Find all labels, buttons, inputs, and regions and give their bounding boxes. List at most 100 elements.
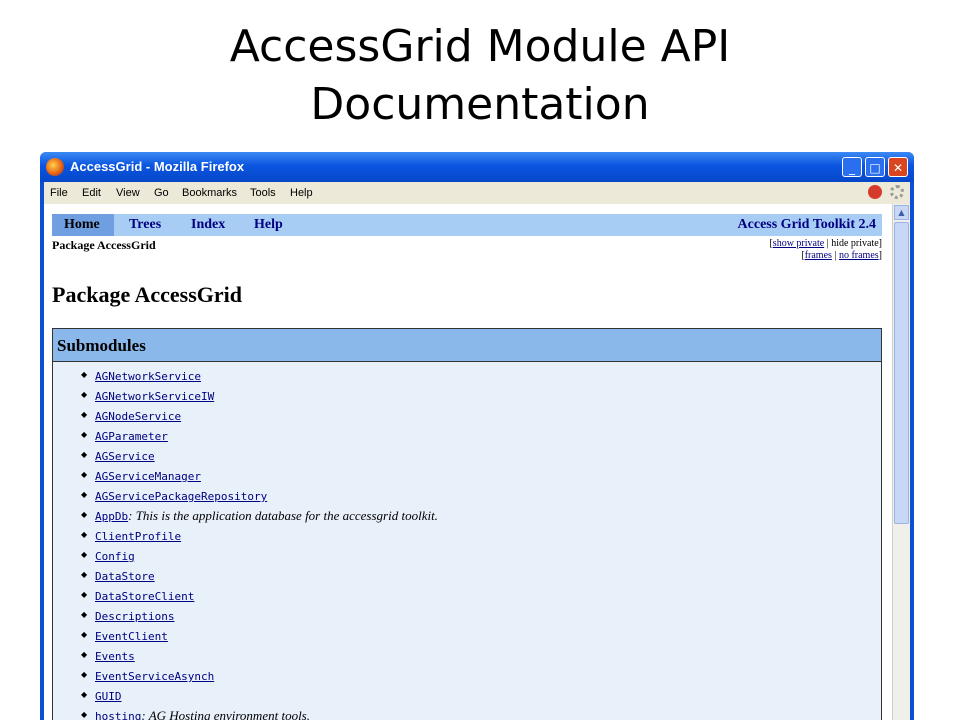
module-link[interactable]: GUID — [95, 690, 122, 703]
module-link[interactable]: EventClient — [95, 630, 168, 643]
list-item: ◆ DataStore — [81, 565, 438, 585]
module-link[interactable]: Events — [95, 650, 135, 663]
bullet-icon: ◆ — [81, 470, 88, 479]
module-link[interactable]: AGNetworkService — [95, 370, 201, 383]
module-link[interactable]: AGParameter — [95, 430, 168, 443]
module-link[interactable]: DataStore — [95, 570, 155, 583]
menu-edit[interactable]: Edit — [82, 187, 101, 199]
list-item: ◆ AGNodeService — [81, 405, 438, 425]
module-link[interactable]: AGServiceManager — [95, 470, 201, 483]
stop-icon[interactable] — [868, 185, 882, 199]
menu-bookmarks[interactable]: Bookmarks — [182, 187, 237, 199]
nav-help[interactable]: Help — [254, 217, 283, 233]
vertical-scrollbar[interactable]: ▲ — [892, 204, 910, 720]
menu-view[interactable]: View — [116, 187, 140, 199]
nav-trees[interactable]: Trees — [129, 217, 161, 233]
page-title: Package AccessGrid — [52, 282, 243, 307]
list-item: ◆ Descriptions — [81, 605, 438, 625]
nav-index[interactable]: Index — [191, 217, 225, 233]
scroll-thumb[interactable] — [894, 222, 909, 524]
scroll-up-icon[interactable]: ▲ — [894, 205, 909, 220]
list-item: ◆ AGService — [81, 445, 438, 465]
submodules-table: Submodules ◆ AGNetworkService ◆ AGNetworkS… — [52, 328, 882, 720]
module-link[interactable]: AGService — [95, 450, 155, 463]
bullet-icon: ◆ — [81, 390, 88, 399]
bullet-icon: ◆ — [81, 550, 88, 559]
menu-go[interactable]: Go — [154, 187, 169, 199]
frames-toggle: [frames | no frames] — [801, 250, 882, 261]
private-toggle: [show private | hide private] — [769, 238, 882, 249]
slide-title: AccessGrid Module API Documentation — [0, 18, 960, 134]
nav-bar: Home Trees Index Help Access Grid Toolki… — [52, 214, 882, 236]
nav-home[interactable]: Home — [64, 217, 100, 233]
bullet-icon: ◆ — [81, 450, 88, 459]
menu-help[interactable]: Help — [290, 187, 313, 199]
bullet-icon: ◆ — [81, 410, 88, 419]
module-link[interactable]: hosting — [95, 710, 141, 720]
module-link[interactable]: AGNetworkServiceIW — [95, 390, 214, 403]
bullet-icon: ◆ — [81, 650, 88, 659]
page-content: Home Trees Index Help Access Grid Toolki… — [44, 204, 892, 720]
title-bar: AccessGrid - Mozilla Firefox _ □ ✕ — [40, 152, 914, 182]
hide-private-text: | hide private] — [824, 238, 882, 249]
submodule-list: ◆ AGNetworkService ◆ AGNetworkServiceIW ◆ A… — [81, 365, 438, 720]
menu-file[interactable]: File — [50, 187, 68, 199]
list-item: ◆ AppDb: This is the application database… — [81, 505, 438, 525]
menu-tools[interactable]: Tools — [250, 187, 276, 199]
product-name: Access Grid Toolkit 2.4 — [737, 217, 876, 232]
list-item: ◆ GUID — [81, 685, 438, 705]
module-link[interactable]: EventServiceAsynch — [95, 670, 214, 683]
module-link[interactable]: AGNodeService — [95, 410, 181, 423]
bullet-icon: ◆ — [81, 510, 88, 519]
module-link[interactable]: DataStoreClient — [95, 590, 194, 603]
bullet-icon: ◆ — [81, 710, 88, 719]
list-item: ◆ hosting: AG Hosting environment tools. — [81, 705, 438, 720]
list-item: ◆ Config — [81, 545, 438, 565]
close-button[interactable]: ✕ — [888, 157, 908, 177]
browser-window: AccessGrid - Mozilla Firefox _ □ ✕ File … — [40, 152, 914, 720]
module-link[interactable]: AppDb — [95, 510, 128, 523]
bullet-icon: ◆ — [81, 690, 88, 699]
bracket-close: ] — [878, 250, 882, 261]
module-link[interactable]: AGServicePackageRepository — [95, 490, 267, 503]
list-item: ◆ DataStoreClient — [81, 585, 438, 605]
slide-title-line2: Documentation — [310, 79, 650, 130]
list-item: ◆ AGNetworkService — [81, 365, 438, 385]
submodules-heading: Submodules — [57, 336, 146, 355]
list-item: ◆ EventServiceAsynch — [81, 665, 438, 685]
bullet-icon: ◆ — [81, 570, 88, 579]
list-item: ◆ AGServicePackageRepository — [81, 485, 438, 505]
throbber-icon — [890, 185, 904, 199]
slide-title-line1: AccessGrid Module API — [229, 21, 731, 72]
list-item: ◆ ClientProfile — [81, 525, 438, 545]
bullet-icon: ◆ — [81, 530, 88, 539]
maximize-button[interactable]: □ — [865, 157, 885, 177]
window-title: AccessGrid - Mozilla Firefox — [70, 159, 245, 174]
module-description: : AG Hosting environment tools. — [141, 708, 310, 720]
minimize-button[interactable]: _ — [842, 157, 862, 177]
module-link[interactable]: Config — [95, 550, 135, 563]
list-item: ◆ AGParameter — [81, 425, 438, 445]
bullet-icon: ◆ — [81, 370, 88, 379]
menu-bar: File Edit View Go Bookmarks Tools Help — [44, 182, 910, 204]
module-description: : This is the application database for t… — [128, 508, 438, 523]
show-private-link[interactable]: show private — [773, 238, 824, 249]
bullet-icon: ◆ — [81, 610, 88, 619]
module-link[interactable]: ClientProfile — [95, 530, 181, 543]
list-item: ◆ AGNetworkServiceIW — [81, 385, 438, 405]
separator: | — [831, 250, 839, 261]
list-item: ◆ AGServiceManager — [81, 465, 438, 485]
bullet-icon: ◆ — [81, 490, 88, 499]
bullet-icon: ◆ — [81, 630, 88, 639]
list-item: ◆ Events — [81, 645, 438, 665]
bullet-icon: ◆ — [81, 670, 88, 679]
firefox-logo-icon — [46, 158, 64, 176]
module-link[interactable]: Descriptions — [95, 610, 174, 623]
list-item: ◆ EventClient — [81, 625, 438, 645]
bullet-icon: ◆ — [81, 430, 88, 439]
bullet-icon: ◆ — [81, 590, 88, 599]
frames-link[interactable]: frames — [805, 250, 832, 261]
package-breadcrumb: Package AccessGrid — [52, 238, 156, 252]
no-frames-link[interactable]: no frames — [839, 250, 879, 261]
submodules-header: Submodules — [53, 329, 881, 362]
